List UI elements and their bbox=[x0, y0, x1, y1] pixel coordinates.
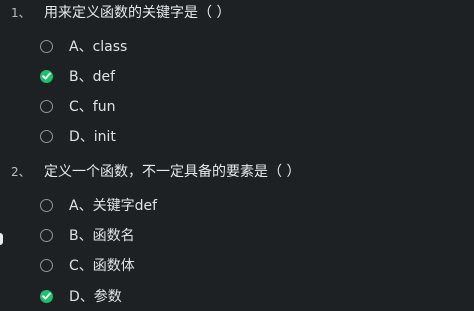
question-number: 2、 bbox=[11, 165, 31, 179]
option-d[interactable]: D、init bbox=[40, 127, 116, 145]
option-a[interactable]: A、class bbox=[40, 37, 127, 55]
question-text: 用来定义函数的关键字是（ ） bbox=[44, 5, 231, 21]
option-label[interactable]: A、关键字def bbox=[69, 195, 157, 215]
radio-unchecked-icon[interactable] bbox=[40, 39, 53, 53]
option-d[interactable]: D、参数 bbox=[40, 287, 122, 305]
option-label[interactable]: B、def bbox=[69, 66, 115, 86]
question-text: 定义一个函数，不一定具备的要素是（ ） bbox=[44, 164, 301, 180]
radio-unchecked-icon[interactable] bbox=[40, 258, 53, 272]
option-b[interactable]: B、函数名 bbox=[40, 226, 135, 244]
option-label[interactable]: D、init bbox=[69, 126, 116, 146]
radio-unchecked-icon[interactable] bbox=[40, 129, 53, 143]
question-number: 1、 bbox=[11, 6, 31, 20]
option-label[interactable]: C、fun bbox=[69, 96, 115, 116]
check-circle-icon[interactable] bbox=[40, 289, 53, 303]
option-label[interactable]: B、函数名 bbox=[69, 225, 135, 245]
quiz-page: 1、 用来定义函数的关键字是（ ） A、class B、def C、fun D、… bbox=[0, 0, 474, 311]
radio-unchecked-icon[interactable] bbox=[40, 198, 53, 212]
option-b[interactable]: B、def bbox=[40, 67, 115, 85]
option-label[interactable]: C、函数体 bbox=[69, 255, 135, 275]
side-drag-handle[interactable] bbox=[0, 233, 3, 245]
option-c[interactable]: C、fun bbox=[40, 97, 115, 115]
radio-unchecked-icon[interactable] bbox=[40, 228, 53, 242]
option-c[interactable]: C、函数体 bbox=[40, 256, 135, 274]
check-circle-icon[interactable] bbox=[40, 69, 53, 83]
option-a[interactable]: A、关键字def bbox=[40, 196, 157, 214]
option-label[interactable]: D、参数 bbox=[69, 286, 122, 306]
radio-unchecked-icon[interactable] bbox=[40, 99, 53, 113]
option-label[interactable]: A、class bbox=[69, 36, 127, 56]
